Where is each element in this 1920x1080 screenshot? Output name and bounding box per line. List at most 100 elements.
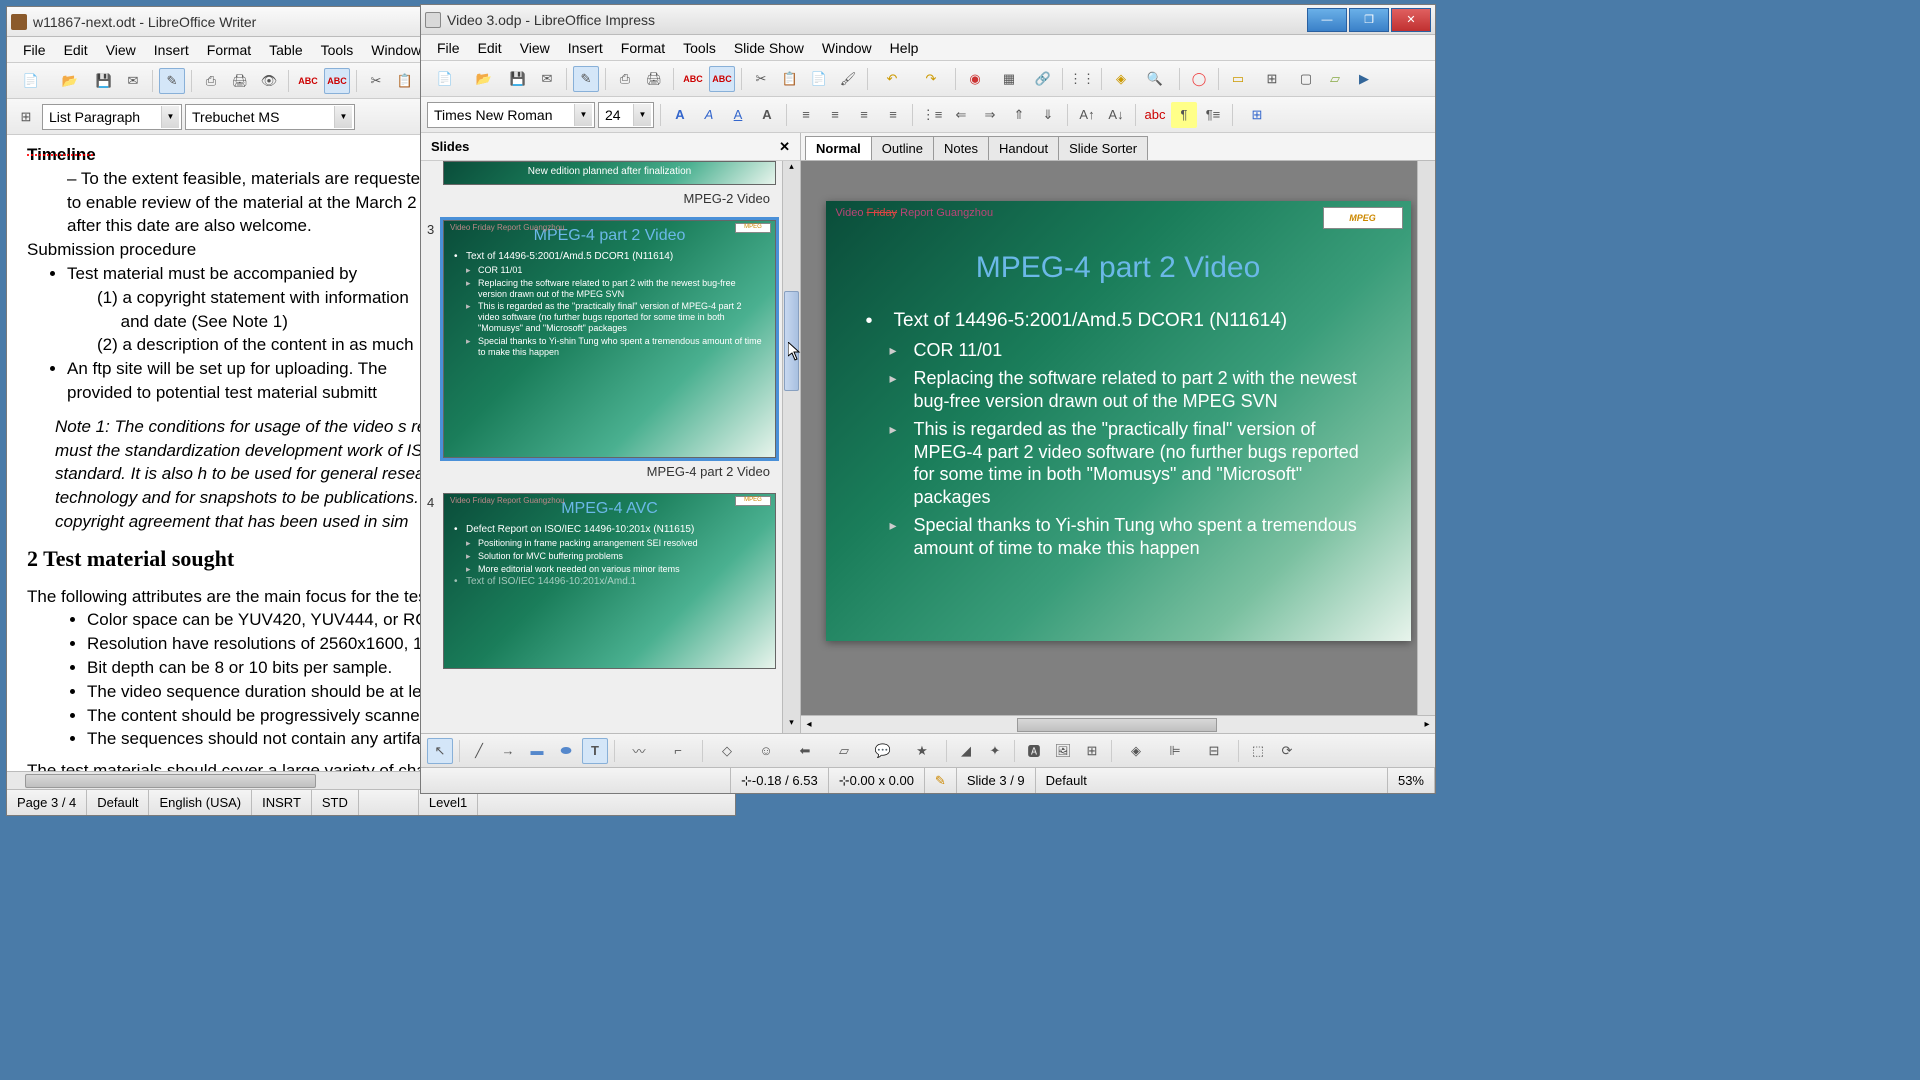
export-pdf-button[interactable]: ⎙ [198, 68, 224, 94]
ellipse-tool[interactable]: ⬬ [553, 738, 579, 764]
autospell-button[interactable]: ABC [709, 66, 735, 92]
font-size-combo[interactable]: 24 ▼ [598, 102, 654, 128]
italic-button[interactable]: A [696, 102, 722, 128]
status-style[interactable]: Default [87, 790, 149, 815]
close-button[interactable]: ✕ [1391, 8, 1431, 32]
status-slide[interactable]: Slide 3 / 9 [957, 768, 1036, 793]
menu-view[interactable]: View [512, 37, 558, 59]
slide-content[interactable]: Text of 14496-5:2001/Amd.5 DCOR1 (N11614… [866, 309, 1371, 559]
tab-normal[interactable]: Normal [805, 136, 872, 160]
menu-help[interactable]: Help [882, 37, 927, 59]
promote-button[interactable]: ⇐ [948, 102, 974, 128]
styles-button[interactable]: ⊞ [13, 104, 39, 130]
table-button[interactable]: ▦ [991, 66, 1027, 92]
paste-button[interactable]: 📄 [806, 66, 832, 92]
points-tool[interactable]: ◢ [953, 738, 979, 764]
menu-edit[interactable]: Edit [470, 37, 510, 59]
autospell-button[interactable]: ABC [324, 68, 350, 94]
glue-tool[interactable]: ✦ [982, 738, 1008, 764]
align-left-button[interactable]: ≡ [793, 102, 819, 128]
spellcheck-button[interactable]: ABC [680, 66, 706, 92]
bullet-item[interactable]: COR 11/01 [866, 339, 1371, 362]
email-button[interactable]: ✉ [120, 68, 146, 94]
redo-button[interactable]: ↷ [913, 66, 949, 92]
copy-button[interactable]: 📋 [777, 66, 803, 92]
font-combo[interactable]: Times New Roman ▼ [427, 102, 595, 128]
bold-button[interactable]: A [667, 102, 693, 128]
zoom-button[interactable]: 🔍 [1137, 66, 1173, 92]
editor-hscrollbar[interactable]: ◂ ▸ [801, 715, 1435, 733]
copy-button[interactable]: 📋 [392, 68, 418, 94]
callout-tool[interactable]: 💬 [865, 738, 901, 764]
tab-handout[interactable]: Handout [988, 136, 1059, 160]
block-arrows-tool[interactable]: ⬅ [787, 738, 823, 764]
scroll-thumb[interactable] [25, 774, 316, 788]
cut-button[interactable]: ✂ [748, 66, 774, 92]
tab-notes[interactable]: Notes [933, 136, 989, 160]
export-pdf-button[interactable]: ⎙ [612, 66, 638, 92]
basic-shapes-tool[interactable]: ◇ [709, 738, 745, 764]
save-button[interactable]: 💾 [91, 68, 117, 94]
font-combo[interactable]: Trebuchet MS ▼ [185, 104, 355, 130]
brush-button[interactable]: 🖌 [835, 66, 861, 92]
slide-panel-scrollbar[interactable]: ▴ ▾ [782, 161, 800, 733]
slide-canvas-area[interactable]: Video Friday Report Guangzhou MPEG MPEG-… [801, 161, 1435, 715]
menu-slideshow[interactable]: Slide Show [726, 37, 812, 59]
spellcheck-button[interactable]: ABC [295, 68, 321, 94]
tab-sorter[interactable]: Slide Sorter [1058, 136, 1148, 160]
decrease-font-button[interactable]: A↓ [1103, 102, 1129, 128]
align-tool[interactable]: ⊫ [1157, 738, 1193, 764]
preview-button[interactable]: 👁 [256, 68, 282, 94]
status-zoom[interactable]: 53% [1388, 768, 1435, 793]
email-button[interactable]: ✉ [534, 66, 560, 92]
slide-thumb-4[interactable]: Video Friday Report Guangzhou MPEG MPEG-… [443, 493, 776, 669]
underline-button[interactable]: A [725, 102, 751, 128]
slide-layout-button[interactable]: ⊞ [1239, 102, 1275, 128]
navigator-button[interactable]: ◈ [1108, 66, 1134, 92]
flowchart-tool[interactable]: ▱ [826, 738, 862, 764]
arrange-tool[interactable]: ⊟ [1196, 738, 1232, 764]
tab-outline[interactable]: Outline [871, 136, 934, 160]
connector-tool[interactable]: ⌐ [660, 738, 696, 764]
interaction-tool[interactable]: ⟳ [1274, 738, 1300, 764]
extrusion-tool[interactable]: ⬚ [1245, 738, 1271, 764]
open-button[interactable]: 📂 [52, 68, 88, 94]
menu-tools[interactable]: Tools [313, 39, 362, 61]
slide-title[interactable]: MPEG-4 part 2 Video [866, 251, 1371, 285]
status-lang[interactable]: English (USA) [149, 790, 252, 815]
menu-tools[interactable]: Tools [675, 37, 724, 59]
edit-mode-button[interactable]: ✎ [573, 66, 599, 92]
status-page[interactable]: Page 3 / 4 [7, 790, 87, 815]
menu-format[interactable]: Format [613, 37, 673, 59]
status-insert[interactable]: INSRT [252, 790, 312, 815]
save-button[interactable]: 💾 [505, 66, 531, 92]
open-button[interactable]: 📂 [466, 66, 502, 92]
print-button[interactable]: 🖨 [641, 66, 667, 92]
current-slide[interactable]: Video Friday Report Guangzhou MPEG MPEG-… [826, 201, 1411, 641]
align-right-button[interactable]: ≡ [851, 102, 877, 128]
new-doc-button[interactable]: 📄 [13, 68, 49, 94]
undo-button[interactable]: ↶ [874, 66, 910, 92]
arrow-tool[interactable]: → [495, 738, 521, 764]
stars-tool[interactable]: ★ [904, 738, 940, 764]
panel-close-button[interactable]: ✕ [779, 139, 790, 155]
grid-button[interactable]: ⋮⋮ [1069, 66, 1095, 92]
paragraph-style-combo[interactable]: List Paragraph ▼ [42, 104, 182, 130]
line-tool[interactable]: ╱ [466, 738, 492, 764]
menu-table[interactable]: Table [261, 39, 310, 61]
demote-button[interactable]: ⇒ [977, 102, 1003, 128]
highlight-button[interactable]: ¶ [1171, 102, 1197, 128]
bullet-item[interactable]: Replacing the software related to part 2… [866, 367, 1371, 412]
move-down-button[interactable]: ⇓ [1035, 102, 1061, 128]
rotate-tool[interactable]: ◈ [1118, 738, 1154, 764]
bullet-item[interactable]: Special thanks to Yi-shin Tung who spent… [866, 514, 1371, 559]
status-layout[interactable]: Default [1036, 768, 1388, 793]
editor-vscrollbar[interactable] [1417, 161, 1435, 715]
font-shadow-button[interactable]: A [754, 102, 780, 128]
para-button[interactable]: ¶≡ [1200, 102, 1226, 128]
slide-thumb-3[interactable]: Video Friday Report Guangzhou MPEG MPEG-… [443, 220, 776, 458]
bullet-item[interactable]: Text of 14496-5:2001/Amd.5 DCOR1 (N11614… [866, 309, 1371, 333]
menu-insert[interactable]: Insert [560, 37, 611, 59]
impress-titlebar[interactable]: Video 3.odp - LibreOffice Impress — ❐ ✕ [421, 5, 1435, 35]
menu-file[interactable]: File [429, 37, 468, 59]
